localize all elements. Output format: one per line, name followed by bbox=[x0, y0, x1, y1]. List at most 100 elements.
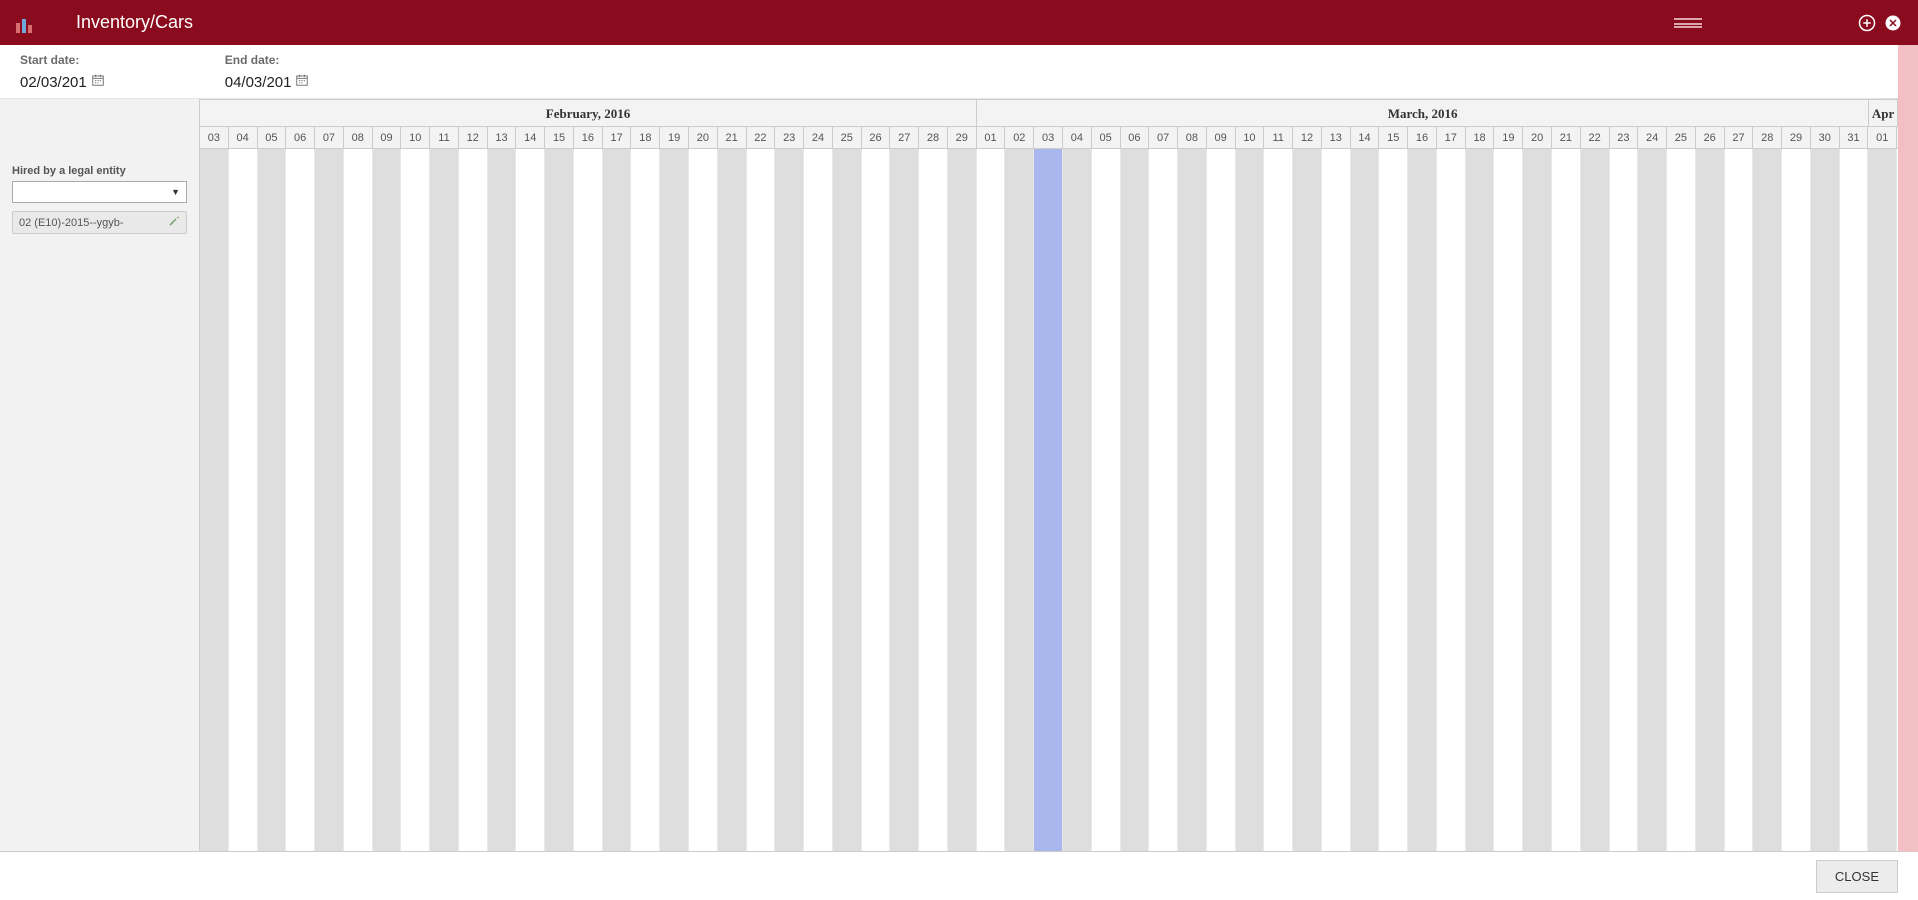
gantt-body[interactable] bbox=[200, 149, 1898, 851]
day-header-cell[interactable]: 22 bbox=[1581, 127, 1610, 148]
day-header-cell[interactable]: 20 bbox=[689, 127, 718, 148]
day-column[interactable] bbox=[1811, 149, 1840, 851]
day-column[interactable] bbox=[1236, 149, 1265, 851]
day-header-cell[interactable]: 12 bbox=[459, 127, 488, 148]
day-header-cell[interactable]: 05 bbox=[1092, 127, 1121, 148]
day-column[interactable] bbox=[1437, 149, 1466, 851]
day-header-cell[interactable]: 03 bbox=[1034, 127, 1063, 148]
calendar-icon[interactable] bbox=[91, 73, 105, 91]
day-header-cell[interactable]: 31 bbox=[1840, 127, 1869, 148]
day-header-cell[interactable]: 18 bbox=[631, 127, 660, 148]
day-column[interactable] bbox=[488, 149, 517, 851]
day-header-cell[interactable]: 26 bbox=[862, 127, 891, 148]
day-column[interactable] bbox=[775, 149, 804, 851]
day-column[interactable] bbox=[1782, 149, 1811, 851]
day-column[interactable] bbox=[1494, 149, 1523, 851]
day-header-cell[interactable]: 07 bbox=[1149, 127, 1178, 148]
day-header-cell[interactable]: 04 bbox=[229, 127, 258, 148]
day-column[interactable] bbox=[1121, 149, 1150, 851]
close-button[interactable]: CLOSE bbox=[1816, 860, 1898, 893]
day-column[interactable] bbox=[1840, 149, 1869, 851]
day-header-cell[interactable]: 15 bbox=[545, 127, 574, 148]
day-column[interactable] bbox=[1092, 149, 1121, 851]
close-icon[interactable] bbox=[1884, 14, 1902, 32]
day-column[interactable] bbox=[1523, 149, 1552, 851]
start-date-value[interactable]: 02/03/201 bbox=[20, 74, 87, 91]
day-column[interactable] bbox=[833, 149, 862, 851]
day-header-cell[interactable]: 15 bbox=[1379, 127, 1408, 148]
day-header-cell[interactable]: 21 bbox=[1552, 127, 1581, 148]
day-column[interactable] bbox=[1868, 149, 1897, 851]
day-column[interactable] bbox=[1379, 149, 1408, 851]
day-column[interactable] bbox=[1753, 149, 1782, 851]
day-header-cell[interactable]: 09 bbox=[373, 127, 402, 148]
day-column[interactable] bbox=[1034, 149, 1063, 851]
day-header-cell[interactable]: 05 bbox=[258, 127, 287, 148]
day-header-cell[interactable]: 22 bbox=[747, 127, 776, 148]
day-header-cell[interactable]: 24 bbox=[1638, 127, 1667, 148]
day-header-cell[interactable]: 30 bbox=[1811, 127, 1840, 148]
day-column[interactable] bbox=[516, 149, 545, 851]
day-header-cell[interactable]: 16 bbox=[574, 127, 603, 148]
day-header-cell[interactable]: 21 bbox=[718, 127, 747, 148]
day-column[interactable] bbox=[1322, 149, 1351, 851]
day-header-cell[interactable]: 29 bbox=[1782, 127, 1811, 148]
day-column[interactable] bbox=[1667, 149, 1696, 851]
day-column[interactable] bbox=[1351, 149, 1380, 851]
day-header-cell[interactable]: 13 bbox=[1322, 127, 1351, 148]
day-column[interactable] bbox=[1207, 149, 1236, 851]
day-column[interactable] bbox=[948, 149, 977, 851]
day-column[interactable] bbox=[890, 149, 919, 851]
day-column[interactable] bbox=[1005, 149, 1034, 851]
day-header-cell[interactable]: 13 bbox=[488, 127, 517, 148]
day-header-cell[interactable]: 03 bbox=[200, 127, 229, 148]
day-header-cell[interactable]: 28 bbox=[919, 127, 948, 148]
day-header-cell[interactable]: 28 bbox=[1753, 127, 1782, 148]
day-header-cell[interactable]: 02 bbox=[1005, 127, 1034, 148]
day-column[interactable] bbox=[862, 149, 891, 851]
day-column[interactable] bbox=[258, 149, 287, 851]
day-header-cell[interactable]: 27 bbox=[1725, 127, 1754, 148]
day-header-cell[interactable]: 01 bbox=[977, 127, 1006, 148]
day-column[interactable] bbox=[689, 149, 718, 851]
day-column[interactable] bbox=[603, 149, 632, 851]
day-header-cell[interactable]: 17 bbox=[1437, 127, 1466, 148]
day-header-cell[interactable]: 14 bbox=[1351, 127, 1380, 148]
end-date-value[interactable]: 04/03/201 bbox=[225, 74, 292, 91]
day-header-cell[interactable]: 19 bbox=[660, 127, 689, 148]
day-column[interactable] bbox=[919, 149, 948, 851]
day-column[interactable] bbox=[401, 149, 430, 851]
day-column[interactable] bbox=[977, 149, 1006, 851]
edit-icon[interactable] bbox=[168, 215, 180, 230]
day-header-cell[interactable]: 07 bbox=[315, 127, 344, 148]
day-header-cell[interactable]: 11 bbox=[1264, 127, 1293, 148]
day-column[interactable] bbox=[344, 149, 373, 851]
day-header-cell[interactable]: 19 bbox=[1494, 127, 1523, 148]
day-header-cell[interactable]: 25 bbox=[833, 127, 862, 148]
day-header-cell[interactable]: 12 bbox=[1293, 127, 1322, 148]
day-column[interactable] bbox=[631, 149, 660, 851]
day-column[interactable] bbox=[660, 149, 689, 851]
day-header-cell[interactable]: 01 bbox=[1868, 127, 1897, 148]
drag-handle-icon[interactable] bbox=[1674, 18, 1702, 28]
day-column[interactable] bbox=[1264, 149, 1293, 851]
day-header-cell[interactable]: 29 bbox=[948, 127, 977, 148]
day-header-cell[interactable]: 23 bbox=[1610, 127, 1639, 148]
day-column[interactable] bbox=[315, 149, 344, 851]
day-column[interactable] bbox=[1063, 149, 1092, 851]
day-header-cell[interactable]: 08 bbox=[344, 127, 373, 148]
day-header-cell[interactable]: 20 bbox=[1523, 127, 1552, 148]
day-header-cell[interactable]: 10 bbox=[401, 127, 430, 148]
day-header-cell[interactable]: 24 bbox=[804, 127, 833, 148]
day-column[interactable] bbox=[459, 149, 488, 851]
day-column[interactable] bbox=[1581, 149, 1610, 851]
day-column[interactable] bbox=[1178, 149, 1207, 851]
day-header-cell[interactable]: 26 bbox=[1696, 127, 1725, 148]
day-column[interactable] bbox=[286, 149, 315, 851]
day-column[interactable] bbox=[747, 149, 776, 851]
day-column[interactable] bbox=[1466, 149, 1495, 851]
day-column[interactable] bbox=[1149, 149, 1178, 851]
day-column[interactable] bbox=[1552, 149, 1581, 851]
day-header-cell[interactable]: 18 bbox=[1466, 127, 1495, 148]
day-column[interactable] bbox=[1638, 149, 1667, 851]
